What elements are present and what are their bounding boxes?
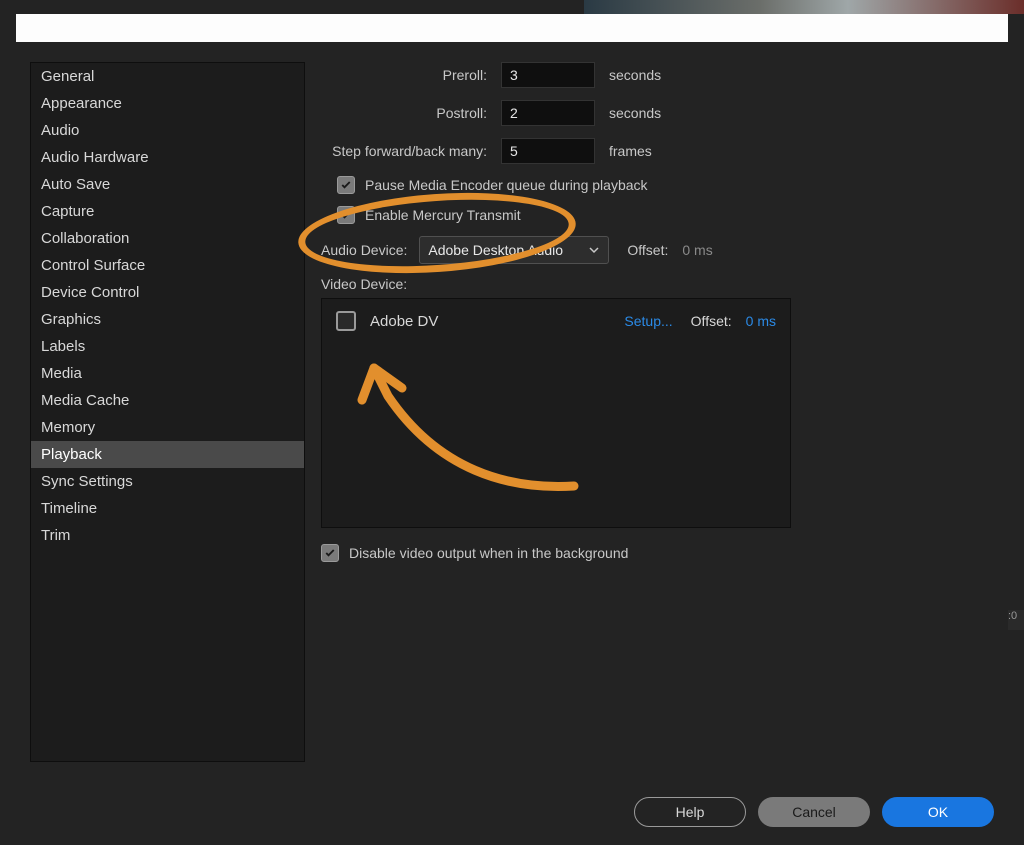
disable-bg-label: Disable video output when in the backgro… [349, 545, 628, 561]
dialog-buttons: Help Cancel OK [634, 797, 994, 827]
preferences-dialog: GeneralAppearanceAudioAudio HardwareAuto… [16, 42, 1008, 845]
video-device-list: Adobe DV Setup... Offset: 0 ms [321, 298, 791, 528]
ok-button[interactable]: OK [882, 797, 994, 827]
adobe-dv-offset-value[interactable]: 0 ms [746, 313, 776, 329]
sidebar-item-auto-save[interactable]: Auto Save [31, 171, 304, 198]
disable-bg-row: Disable video output when in the backgro… [321, 544, 998, 562]
mercury-transmit-row: Enable Mercury Transmit [337, 206, 998, 224]
pause-encoder-row: Pause Media Encoder queue during playbac… [337, 176, 998, 194]
step-row: Step forward/back many: frames [321, 138, 998, 164]
adobe-dv-offset-label: Offset: [691, 313, 732, 329]
sidebar-item-capture[interactable]: Capture [31, 198, 304, 225]
sidebar-item-device-control[interactable]: Device Control [31, 279, 304, 306]
audio-offset-label: Offset: [627, 242, 668, 258]
adobe-dv-checkbox[interactable] [336, 311, 356, 331]
sidebar-item-labels[interactable]: Labels [31, 333, 304, 360]
sidebar-item-sync-settings[interactable]: Sync Settings [31, 468, 304, 495]
pause-encoder-label: Pause Media Encoder queue during playbac… [365, 177, 648, 193]
checkmark-icon [324, 547, 336, 559]
background-timecode-fragment: :0 [1008, 610, 1024, 630]
postroll-input[interactable] [501, 100, 595, 126]
audio-device-row: Audio Device: Adobe Desktop Audio Offset… [321, 236, 998, 264]
sidebar-item-graphics[interactable]: Graphics [31, 306, 304, 333]
audio-offset-value[interactable]: 0 ms [682, 242, 712, 258]
titlebar [16, 14, 1008, 42]
mercury-transmit-checkbox[interactable] [337, 206, 355, 224]
preferences-sidebar: GeneralAppearanceAudioAudio HardwareAuto… [30, 62, 305, 762]
adobe-dv-setup-link[interactable]: Setup... [624, 313, 672, 329]
sidebar-item-trim[interactable]: Trim [31, 522, 304, 549]
postroll-row: Postroll: seconds [321, 100, 998, 126]
sidebar-item-media-cache[interactable]: Media Cache [31, 387, 304, 414]
video-device-label: Video Device: [321, 276, 407, 292]
preroll-row: Preroll: seconds [321, 62, 998, 88]
sidebar-item-timeline[interactable]: Timeline [31, 495, 304, 522]
sidebar-item-collaboration[interactable]: Collaboration [31, 225, 304, 252]
sidebar-item-media[interactable]: Media [31, 360, 304, 387]
playback-panel: Preroll: seconds Postroll: seconds Step … [321, 62, 998, 775]
sidebar-item-appearance[interactable]: Appearance [31, 90, 304, 117]
mercury-transmit-label: Enable Mercury Transmit [365, 207, 521, 223]
sidebar-item-general[interactable]: General [31, 63, 304, 90]
step-unit: frames [609, 143, 652, 159]
pause-encoder-checkbox[interactable] [337, 176, 355, 194]
preroll-label: Preroll: [321, 67, 501, 83]
postroll-unit: seconds [609, 105, 661, 121]
sidebar-item-audio-hardware[interactable]: Audio Hardware [31, 144, 304, 171]
preroll-unit: seconds [609, 67, 661, 83]
cancel-button[interactable]: Cancel [758, 797, 870, 827]
postroll-label: Postroll: [321, 105, 501, 121]
sidebar-item-playback[interactable]: Playback [31, 441, 304, 468]
audio-device-value: Adobe Desktop Audio [428, 242, 563, 258]
preroll-input[interactable] [501, 62, 595, 88]
step-label: Step forward/back many: [321, 143, 501, 159]
adobe-dv-label: Adobe DV [370, 313, 438, 330]
video-device-row: Adobe DV Setup... Offset: 0 ms [336, 311, 776, 331]
step-input[interactable] [501, 138, 595, 164]
background-image-strip [584, 0, 1024, 14]
chevron-down-icon [588, 244, 600, 256]
checkmark-icon [340, 209, 352, 221]
sidebar-item-audio[interactable]: Audio [31, 117, 304, 144]
audio-device-label: Audio Device: [321, 242, 407, 258]
checkmark-icon [340, 179, 352, 191]
help-button[interactable]: Help [634, 797, 746, 827]
sidebar-item-control-surface[interactable]: Control Surface [31, 252, 304, 279]
disable-bg-checkbox[interactable] [321, 544, 339, 562]
sidebar-item-memory[interactable]: Memory [31, 414, 304, 441]
audio-device-select[interactable]: Adobe Desktop Audio [419, 236, 609, 264]
